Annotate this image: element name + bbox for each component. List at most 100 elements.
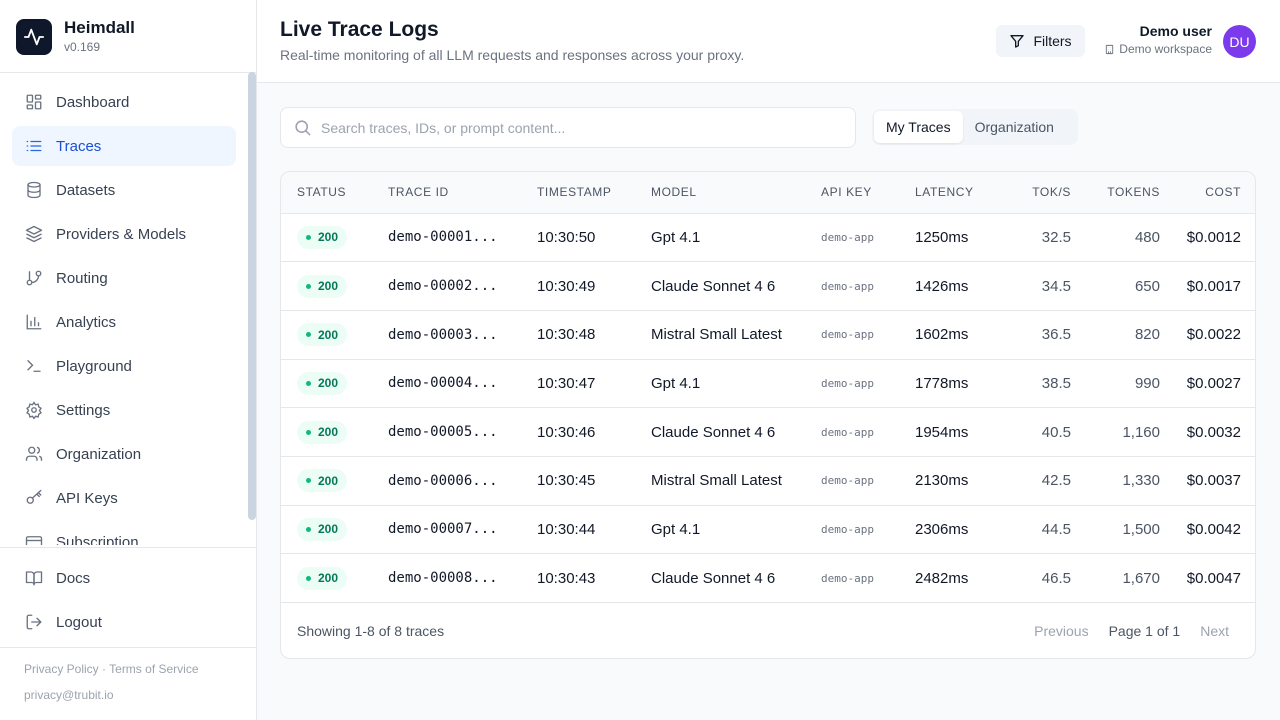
- sidebar-item-api-keys[interactable]: API Keys: [12, 478, 236, 518]
- cost-cell: $0.0042: [1186, 520, 1241, 538]
- column-header-api-key[interactable]: API KEY: [821, 172, 915, 214]
- tokens-cell: 480: [1134, 228, 1160, 246]
- sidebar-item-subscription[interactable]: Subscription: [12, 522, 236, 545]
- search-box[interactable]: [280, 107, 856, 148]
- sidebar-item-dashboard[interactable]: Dashboard: [12, 82, 236, 122]
- avatar[interactable]: DU: [1223, 25, 1256, 58]
- latency-cell: 1954ms: [915, 423, 969, 441]
- page-subtitle: Real-time monitoring of all LLM requests…: [280, 47, 745, 63]
- bar-chart-icon: [24, 312, 44, 332]
- trace-id-cell: demo-00001...: [388, 229, 498, 246]
- trace-id-cell: demo-00002...: [388, 278, 498, 295]
- filters-button[interactable]: Filters: [996, 25, 1085, 57]
- column-header-latency[interactable]: LATENCY: [915, 172, 1011, 214]
- column-header-model[interactable]: MODEL: [651, 172, 821, 214]
- workspace-label[interactable]: Demo workspace: [1104, 42, 1212, 56]
- filters-label: Filters: [1033, 33, 1072, 49]
- gear-icon: [24, 400, 44, 420]
- privacy-email-link[interactable]: privacy@trubit.io: [24, 687, 199, 703]
- status-badge: 200: [297, 274, 348, 298]
- cost-cell: $0.0032: [1186, 423, 1241, 441]
- sidebar-item-docs[interactable]: Docs: [12, 558, 236, 598]
- sidebar-item-settings[interactable]: Settings: [12, 390, 236, 430]
- tab-my-traces[interactable]: My Traces: [874, 111, 963, 143]
- sidebar-nav: Dashboard Traces Datasets Providers & Mo…: [12, 82, 236, 545]
- tok-s-cell: 40.5: [1041, 423, 1071, 441]
- table-row[interactable]: 200 demo-00001... 10:30:50 Gpt 4.1 demo-app 1…: [281, 213, 1255, 262]
- sidebar-divider: [0, 72, 256, 73]
- table-row[interactable]: 200 demo-00006... 10:30:45 Mistral Small La…: [281, 456, 1255, 506]
- brand[interactable]: Heimdall v0.169: [16, 18, 135, 55]
- latency-cell: 1426ms: [915, 277, 969, 295]
- legal-separator: ·: [98, 662, 110, 676]
- timestamp-cell: 10:30:50: [537, 228, 596, 246]
- terms-link[interactable]: Terms of Service: [109, 662, 198, 676]
- sidebar-item-providers-models[interactable]: Providers & Models: [12, 214, 236, 254]
- model-cell: Claude Sonnet 4 6: [651, 423, 776, 441]
- status-cell: 200: [281, 213, 388, 262]
- table-row[interactable]: 200 demo-00007... 10:30:44 Gpt 4.1 demo-app 2…: [281, 505, 1255, 554]
- sidebar-item-analytics[interactable]: Analytics: [12, 302, 236, 342]
- column-header-tokens[interactable]: TOKENS: [1071, 172, 1160, 214]
- activity-logo-icon: [16, 18, 52, 55]
- privacy-policy-link[interactable]: Privacy Policy: [24, 662, 99, 676]
- table-row[interactable]: 200 demo-00008... 10:30:43 Claude Sonnet 4 …: [281, 554, 1255, 603]
- latency-cell: 2306ms: [915, 520, 969, 538]
- traces-table: STATUS TRACE ID TIMESTAMP MODEL API KEY …: [281, 172, 1255, 603]
- sidebar-scrollbar[interactable]: [248, 72, 256, 520]
- timestamp-cell: 10:30:45: [537, 472, 596, 490]
- table-row[interactable]: 200 demo-00005... 10:30:46 Claude Sonnet 4 …: [281, 408, 1255, 457]
- status-cell: 200: [281, 408, 388, 457]
- tokens-cell: 650: [1134, 277, 1160, 295]
- status-code: 200: [318, 230, 339, 245]
- column-header-status[interactable]: STATUS: [281, 172, 388, 214]
- next-page-button[interactable]: Next: [1188, 623, 1241, 639]
- table-row[interactable]: 200 demo-00002... 10:30:49 Claude Sonnet 4 …: [281, 262, 1255, 311]
- tokens-cell: 1,160: [1122, 423, 1160, 441]
- sidebar-item-label: Dashboard: [56, 93, 130, 111]
- latency-cell: 2482ms: [915, 569, 969, 587]
- dashboard-icon: [24, 92, 44, 112]
- model-cell: Mistral Small Latest: [651, 472, 782, 490]
- page-title: Live Trace Logs: [280, 18, 439, 41]
- api-key-cell: demo-app: [821, 425, 874, 439]
- legal-links: Privacy Policy · Terms of Service privac…: [24, 661, 199, 703]
- previous-page-button[interactable]: Previous: [1022, 623, 1100, 639]
- sidebar-item-datasets[interactable]: Datasets: [12, 170, 236, 210]
- sidebar-item-playground[interactable]: Playground: [12, 346, 236, 386]
- cost-cell: $0.0027: [1186, 374, 1241, 392]
- api-key-cell: demo-app: [821, 279, 874, 293]
- table-row[interactable]: 200 demo-00003... 10:30:48 Mistral Small La…: [281, 310, 1255, 360]
- trace-id-cell: demo-00007...: [388, 521, 498, 538]
- git-branch-icon: [24, 268, 44, 288]
- model-cell: Gpt 4.1: [651, 374, 701, 392]
- key-icon: [24, 488, 44, 508]
- app-version: v0.169: [64, 40, 101, 54]
- sidebar-item-logout[interactable]: Logout: [12, 602, 236, 642]
- tab-organization[interactable]: Organization: [963, 111, 1066, 143]
- sidebar-item-routing[interactable]: Routing: [12, 258, 236, 298]
- trace-id-cell: demo-00004...: [388, 375, 498, 392]
- table-footer: Showing 1-8 of 8 traces Previous Page 1 …: [281, 603, 1255, 658]
- status-dot-icon: [306, 332, 311, 338]
- sidebar-item-label: Analytics: [56, 313, 117, 331]
- status-cell: 200: [281, 456, 388, 505]
- sidebar-item-label: API Keys: [56, 489, 118, 507]
- sidebar-item-label: Datasets: [56, 181, 116, 199]
- sidebar-item-traces[interactable]: Traces: [12, 126, 236, 166]
- search-input[interactable]: [321, 119, 821, 136]
- model-cell: Gpt 4.1: [651, 228, 701, 246]
- app-name: Heimdall: [64, 18, 135, 37]
- sidebar: Heimdall v0.169 Dashboard Traces Dataset…: [0, 0, 257, 720]
- status-cell: 200: [281, 310, 388, 359]
- tok-s-cell: 32.5: [1041, 228, 1071, 246]
- cost-cell: $0.0017: [1186, 277, 1241, 295]
- status-badge: 200: [297, 469, 348, 493]
- column-header-trace-id[interactable]: TRACE ID: [388, 172, 537, 214]
- sidebar-item-organization[interactable]: Organization: [12, 434, 236, 474]
- column-header-cost[interactable]: COST: [1160, 172, 1255, 214]
- column-header-timestamp[interactable]: TIMESTAMP: [537, 172, 651, 214]
- column-header-tok-s[interactable]: TOK/S: [1011, 172, 1071, 214]
- status-cell: 200: [281, 505, 388, 554]
- table-row[interactable]: 200 demo-00004... 10:30:47 Gpt 4.1 demo-app 1…: [281, 359, 1255, 408]
